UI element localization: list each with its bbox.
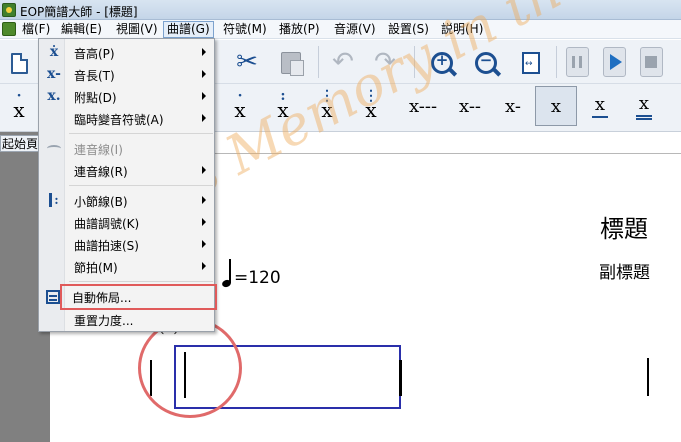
- new-document-button[interactable]: [8, 50, 30, 76]
- menu-item-barline[interactable]: : 小節線(B): [40, 190, 214, 210]
- submenu-arrow-icon: [202, 166, 206, 174]
- dot-above-icon: ẋ: [49, 44, 59, 60]
- eighth-note-button[interactable]: x: [587, 86, 613, 126]
- underline-icon: [636, 117, 652, 120]
- menu-item-duration[interactable]: x- 音長(T): [40, 64, 214, 84]
- menu-item-dot[interactable]: x. 附點(D): [40, 86, 214, 106]
- menu-separator: [69, 281, 213, 282]
- cut-button[interactable]: ✂: [232, 46, 262, 78]
- stop-button[interactable]: [638, 46, 664, 78]
- submenu-arrow-icon: [202, 262, 206, 270]
- stop-icon: [639, 47, 663, 77]
- menu-separator: [69, 133, 213, 134]
- menu-item-key-signature[interactable]: 曲譜調號(K): [40, 212, 214, 232]
- play-icon: [602, 47, 626, 77]
- submenu-arrow-icon: [202, 70, 206, 78]
- menu-view[interactable]: 視圖(V): [113, 21, 161, 38]
- end-barline[interactable]: [647, 358, 649, 396]
- quarter-note-button[interactable]: x: [535, 86, 577, 126]
- dash-icon: x-: [47, 66, 61, 82]
- note-four-dot-button[interactable]: ⋮ x: [358, 86, 384, 126]
- menu-separator: [69, 185, 213, 186]
- dot-after-icon: x.: [47, 88, 61, 104]
- tempo-mark[interactable]: =120: [222, 259, 281, 287]
- menu-file[interactable]: 檔(F): [19, 21, 53, 38]
- app-icon[interactable]: [2, 3, 16, 17]
- system-menu-icon[interactable]: [2, 22, 16, 36]
- menu-item-time-signature[interactable]: 節拍(M): [40, 256, 214, 276]
- quarter-note-icon: [222, 259, 232, 287]
- fit-page-button[interactable]: ↔: [518, 49, 544, 77]
- score-subtitle[interactable]: 副標題: [599, 258, 650, 283]
- menu-item-auto-layout[interactable]: 自動佈局...: [60, 284, 217, 310]
- undo-icon: ↶: [332, 47, 354, 77]
- zoom-in-button[interactable]: +: [428, 49, 456, 77]
- score-menu-dropdown: ẋ 音高(P) x- 音長(T) x. 附點(D) 臨時變音符號(A) 連音線(…: [38, 38, 217, 332]
- annotation-circle: [138, 318, 242, 418]
- menu-playback[interactable]: 播放(P): [276, 21, 323, 38]
- underline-icon: [636, 114, 652, 117]
- menu-sound-source[interactable]: 音源(V): [331, 21, 379, 38]
- half-note-button[interactable]: x-: [500, 86, 526, 126]
- zoom-out-icon: −: [475, 51, 497, 74]
- menu-item-tempo[interactable]: 曲譜拍速(S): [40, 234, 214, 254]
- menu-settings[interactable]: 設置(S): [385, 21, 432, 38]
- redo-button[interactable]: ↷: [370, 46, 400, 78]
- submenu-arrow-icon: [202, 218, 206, 226]
- note-two-dot-button[interactable]: : x: [270, 86, 296, 126]
- zoom-in-icon: +: [431, 51, 453, 74]
- play-button[interactable]: [601, 46, 627, 78]
- menu-item-tie[interactable]: 連音線(R): [40, 160, 214, 180]
- new-document-icon: [10, 52, 28, 74]
- title-bar: EOP簡譜大師 - [標題]: [0, 0, 681, 20]
- submenu-arrow-icon: [202, 114, 206, 122]
- pause-icon: [565, 47, 589, 77]
- pause-button[interactable]: [564, 46, 590, 78]
- window-title: EOP簡譜大師 - [標題]: [20, 5, 138, 19]
- toolbar-separator: [318, 46, 319, 78]
- toolbar-separator: [414, 46, 415, 78]
- fit-page-icon: ↔: [522, 52, 540, 74]
- paste-icon: [281, 52, 304, 76]
- menu-symbol[interactable]: 符號(M): [220, 21, 270, 38]
- undo-button[interactable]: ↶: [328, 46, 358, 78]
- tab-start-page[interactable]: 起始頁: [0, 135, 41, 152]
- note-dot-above-button[interactable]: · x: [6, 86, 32, 126]
- menu-item-accidental[interactable]: 臨時變音符號(A): [40, 108, 214, 128]
- redo-icon: ↷: [374, 47, 396, 77]
- auto-layout-icon: [45, 288, 61, 306]
- menu-item-tie-disabled: 連音線(I): [40, 138, 214, 158]
- tie-icon: [46, 139, 62, 157]
- toolbar-separator: [556, 46, 557, 78]
- measure-barline[interactable]: [399, 360, 402, 396]
- paste-button[interactable]: [278, 50, 304, 76]
- menu-bar: 檔(F) 編輯(E) 視圖(V) 曲譜(G) 符號(M) 播放(P) 音源(V)…: [0, 20, 681, 39]
- sixteenth-note-button[interactable]: x: [631, 86, 657, 126]
- menu-edit[interactable]: 編輯(E): [58, 21, 105, 38]
- menu-item-reset-velocity[interactable]: 重置力度...: [40, 309, 214, 329]
- menu-help[interactable]: 説明(H): [438, 21, 486, 38]
- submenu-arrow-icon: [202, 92, 206, 100]
- score-title[interactable]: 標題: [600, 209, 648, 244]
- zoom-out-button[interactable]: −: [472, 49, 500, 77]
- barline-icon: :: [46, 191, 62, 209]
- menu-score[interactable]: 曲譜(G): [163, 21, 214, 38]
- submenu-arrow-icon: [202, 240, 206, 248]
- underline-icon: [592, 116, 608, 118]
- submenu-arrow-icon: [202, 48, 206, 56]
- whole-note-button[interactable]: x---: [402, 86, 444, 126]
- cut-icon: ✂: [236, 47, 258, 77]
- note-one-dot-button[interactable]: · x: [227, 86, 253, 126]
- submenu-arrow-icon: [202, 196, 206, 204]
- note-three-dot-button[interactable]: ⋮ x: [314, 86, 340, 126]
- dotted-half-note-button[interactable]: x--: [453, 86, 487, 126]
- menu-item-pitch[interactable]: ẋ 音高(P): [40, 42, 214, 62]
